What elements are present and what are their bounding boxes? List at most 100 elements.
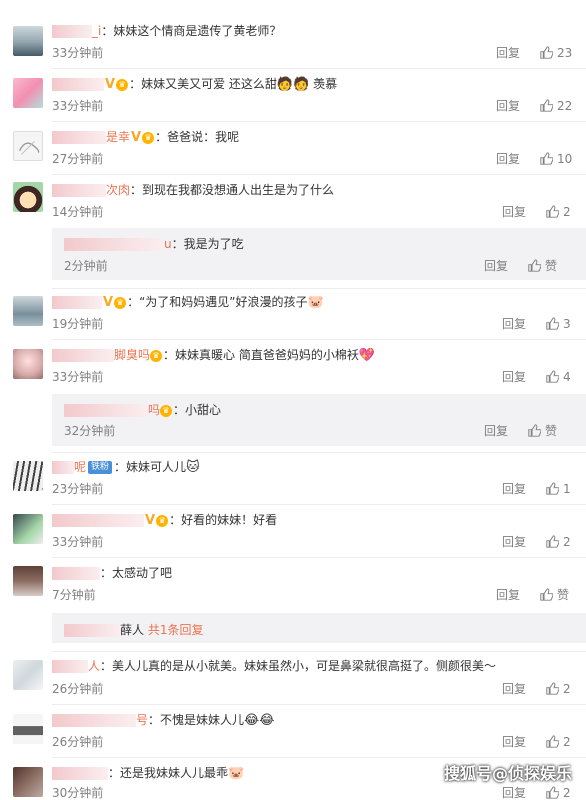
avatar[interactable]	[13, 566, 43, 596]
reply-button[interactable]: 回复	[484, 259, 508, 273]
like-count: 4	[563, 370, 571, 384]
thumbs-up-icon	[540, 152, 553, 165]
avatar[interactable]	[13, 182, 43, 212]
comment-text: 妹妹可人儿	[126, 460, 187, 474]
like-button[interactable]: 2	[546, 786, 571, 800]
like-button[interactable]: 23	[540, 46, 572, 60]
reply-button[interactable]: 回复	[502, 735, 526, 749]
username[interactable]	[64, 404, 148, 417]
avatar[interactable]	[13, 514, 43, 544]
username[interactable]	[52, 714, 136, 727]
thumbs-up-icon	[540, 99, 553, 112]
username-tail[interactable]: 薛人	[120, 623, 144, 637]
reply-button[interactable]: 回复	[502, 535, 526, 549]
crown-icon: ♛	[114, 296, 127, 309]
reply-button[interactable]: 回复	[496, 152, 520, 166]
comment-line: V ♛ ：好看的妹妹！好看	[52, 512, 277, 529]
comment-line: ：太感动了吧	[52, 565, 172, 581]
like-button[interactable]: 2	[546, 735, 571, 749]
avatar[interactable]	[13, 26, 43, 56]
username-tail[interactable]: 次肉	[106, 183, 130, 197]
username[interactable]	[52, 184, 106, 197]
timestamp: 26分钟前	[52, 682, 104, 696]
like-button[interactable]: 2	[546, 682, 571, 696]
username[interactable]	[52, 131, 106, 144]
username[interactable]	[52, 567, 100, 580]
like-count: 23	[557, 46, 573, 60]
timestamp: 30分钟前	[52, 786, 104, 800]
crown-icon: ♛	[142, 131, 155, 144]
divider	[52, 288, 586, 289]
timestamp: 27分钟前	[52, 152, 104, 166]
avatar[interactable]	[13, 296, 43, 326]
username-tail[interactable]: u	[164, 237, 172, 251]
username[interactable]	[64, 238, 164, 251]
username[interactable]	[52, 349, 114, 362]
comment-text-extra: 羡慕	[313, 77, 338, 91]
like-button[interactable]: 赞	[528, 259, 557, 273]
like-count: 3	[563, 317, 571, 331]
comment-line: 呢铁粉 ：妹妹可人儿🐱	[52, 459, 200, 476]
like-button[interactable]: 4	[546, 370, 571, 384]
comment-line: u：我是为了吃	[64, 236, 244, 252]
crown-icon: ♛	[150, 349, 163, 362]
reply-button[interactable]: 回复	[502, 370, 526, 384]
username-tail[interactable]: 人	[88, 659, 100, 673]
timestamp: 32分钟前	[64, 424, 116, 438]
avatar[interactable]	[13, 461, 43, 491]
like-button[interactable]: 3	[546, 317, 571, 331]
divider	[52, 557, 586, 558]
username-tail[interactable]: _i	[92, 24, 101, 38]
like-button[interactable]: 2	[546, 535, 571, 549]
thumbs-up-icon	[546, 370, 559, 383]
like-button[interactable]: 10	[540, 152, 572, 166]
reply-button[interactable]: 回复	[502, 786, 526, 800]
username[interactable]	[52, 78, 104, 91]
comment-line: 人：美人儿真的是从小就美。妹妹虽然小，可是鼻梁就很高挺了。侧颜很美～	[52, 658, 496, 674]
like-button[interactable]: 1	[546, 482, 571, 496]
avatar[interactable]	[13, 660, 43, 690]
comment-text: 好看的妹妹！好看	[181, 513, 278, 527]
reply-button[interactable]: 回复	[502, 317, 526, 331]
laugh-cry-icon: 😂	[259, 712, 275, 728]
reply-button[interactable]: 回复	[502, 482, 526, 496]
username[interactable]	[52, 514, 144, 527]
comment-line: 是幸V ♛ ：爸爸说：我呢	[52, 129, 239, 146]
username[interactable]	[52, 25, 92, 38]
username-tail[interactable]: 脚臭吗	[114, 348, 150, 362]
like-button[interactable]: 赞	[528, 424, 557, 438]
verified-icon: V	[131, 129, 142, 145]
like-count: 2	[563, 786, 571, 800]
username[interactable]	[64, 624, 120, 637]
reply-button[interactable]: 回复	[496, 588, 520, 602]
username-tail[interactable]: 号	[136, 713, 148, 727]
reply-count-link[interactable]: 共1条回复	[148, 623, 204, 637]
reply-button[interactable]: 回复	[484, 424, 508, 438]
verified-icon: V	[105, 76, 116, 92]
watermark: 搜狐号@侦探娱乐	[443, 764, 572, 783]
reply-button[interactable]: 回复	[502, 205, 526, 219]
username[interactable]	[52, 660, 88, 673]
username[interactable]	[52, 767, 108, 780]
reply-button[interactable]: 回复	[502, 682, 526, 696]
comment-text: “为了和妈妈遇见”好浪漫的孩子	[139, 295, 308, 309]
username[interactable]	[52, 461, 74, 474]
reply-button[interactable]: 回复	[496, 99, 520, 113]
username-tail[interactable]: 是幸	[106, 130, 130, 144]
pig-emoji-icon: 🐷	[228, 765, 245, 781]
username-tail[interactable]: 吗	[148, 403, 160, 417]
more-replies[interactable]: 薛人 共1条回复	[52, 613, 586, 643]
comment-line: 次肉：到现在我都没想通人出生是为了什么	[52, 182, 334, 198]
username-tail[interactable]: 呢	[74, 460, 86, 474]
avatar[interactable]	[13, 714, 43, 744]
avatar[interactable]	[13, 349, 43, 379]
reply-button[interactable]: 回复	[496, 46, 520, 60]
like-button[interactable]: 2	[546, 205, 571, 219]
like-button[interactable]: 赞	[540, 588, 569, 602]
username[interactable]	[52, 296, 102, 309]
like-button[interactable]: 22	[540, 99, 572, 113]
avatar[interactable]	[13, 78, 43, 108]
avatar[interactable]	[13, 131, 43, 161]
avatar[interactable]	[13, 767, 43, 797]
divider	[52, 121, 586, 122]
